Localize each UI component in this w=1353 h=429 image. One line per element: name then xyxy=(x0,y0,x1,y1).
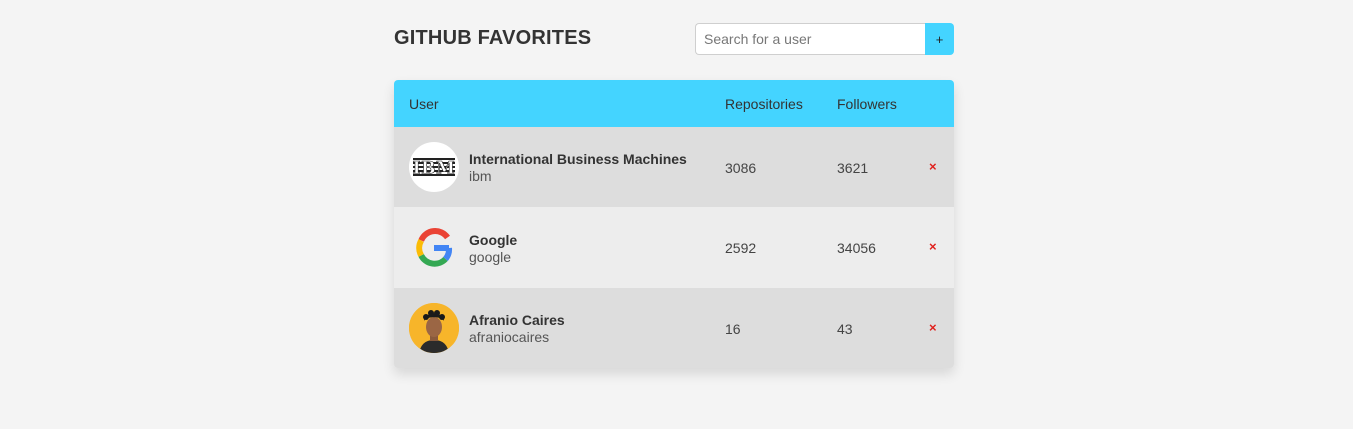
header: GITHUB FAVORITES + xyxy=(394,0,954,80)
ibm-logo-icon: IBM xyxy=(409,142,459,192)
followers-count: 34056 xyxy=(837,240,876,256)
add-user-button[interactable]: + xyxy=(925,23,954,55)
google-logo-icon xyxy=(409,223,459,273)
column-header-followers: Followers xyxy=(837,96,897,112)
table-row: Google google 2592 34056 × xyxy=(394,207,954,288)
repositories-count: 16 xyxy=(725,321,741,337)
remove-user-button[interactable]: × xyxy=(929,320,937,335)
table-row: Afranio Caires afraniocaires 16 43 × xyxy=(394,288,954,368)
user-name: Afranio Caires xyxy=(469,312,565,328)
followers-count: 3621 xyxy=(837,160,869,176)
user-login: google xyxy=(469,249,512,265)
remove-user-button[interactable]: × xyxy=(929,239,937,254)
remove-user-button[interactable]: × xyxy=(929,159,937,174)
search-form: + xyxy=(695,23,954,55)
app-container: GITHUB FAVORITES + User Repositories Fol… xyxy=(394,0,954,368)
column-header-repositories: Repositories xyxy=(725,96,803,112)
repositories-count: 3086 xyxy=(725,160,757,176)
table-row: IBM International Business Machines ibm … xyxy=(394,127,954,207)
search-input[interactable] xyxy=(695,23,925,55)
followers-count: 43 xyxy=(837,321,853,337)
favorites-table: User Repositories Followers IBM Internat… xyxy=(394,80,954,368)
table-header: User Repositories Followers xyxy=(394,80,954,127)
repositories-count: 2592 xyxy=(725,240,757,256)
person-avatar-icon xyxy=(409,303,459,353)
user-login: ibm xyxy=(469,168,492,184)
column-header-user: User xyxy=(409,96,439,112)
page-title: GITHUB FAVORITES xyxy=(394,27,592,49)
svg-text:IBM: IBM xyxy=(413,159,456,179)
user-login: afraniocaires xyxy=(469,329,550,345)
user-name: Google xyxy=(469,232,518,248)
user-name: International Business Machines xyxy=(469,151,687,167)
